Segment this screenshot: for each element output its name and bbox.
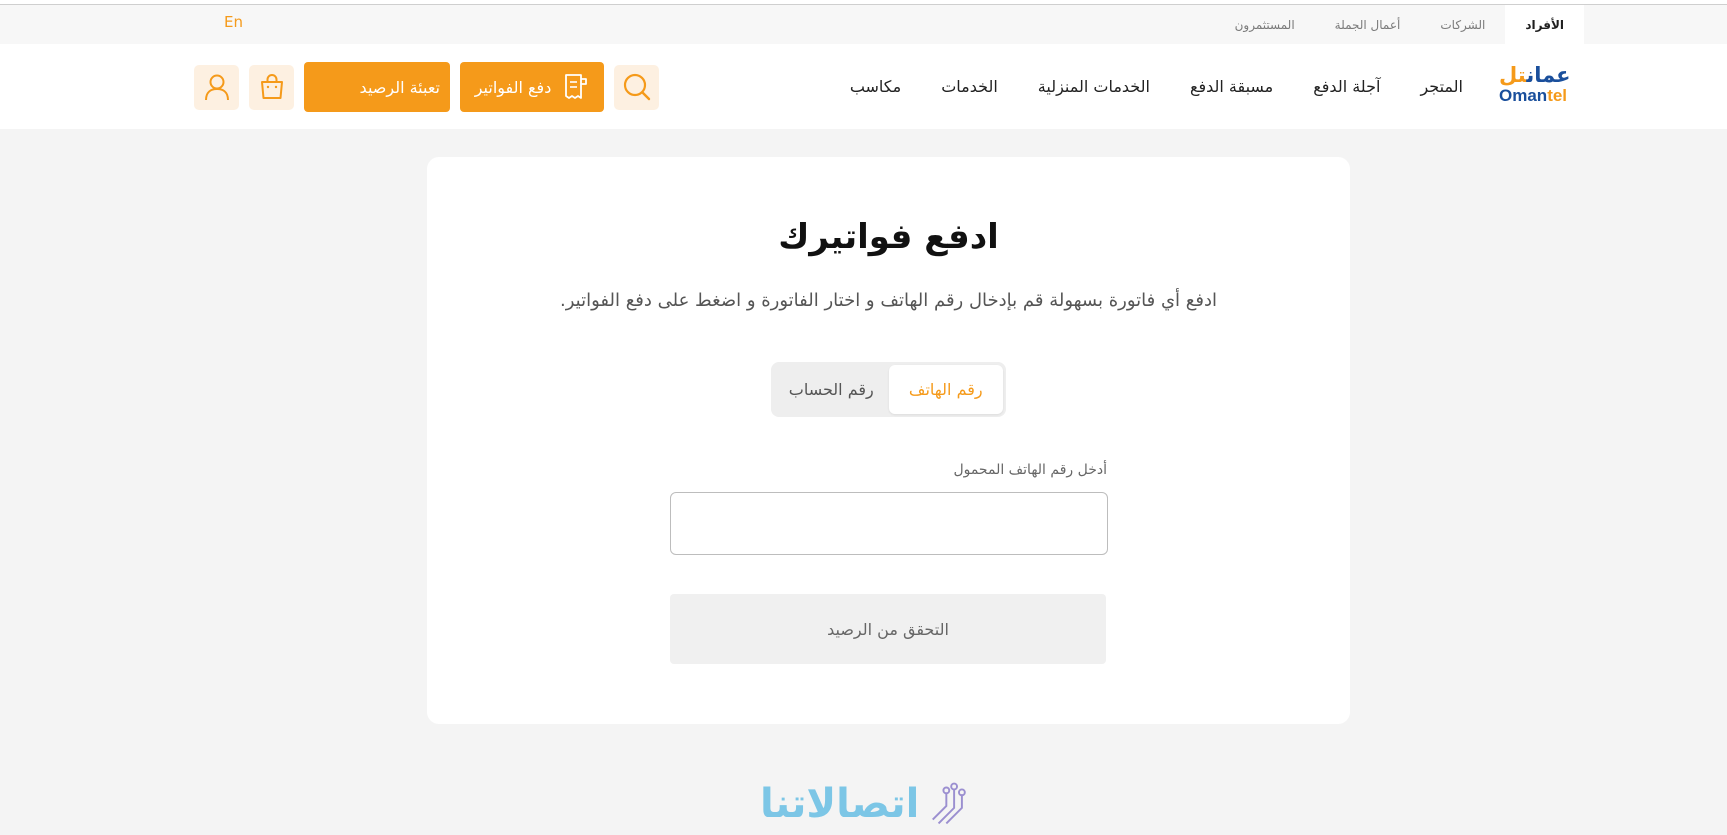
main-nav: المتجر آجلة الدفع مسبقة الدفع الخدمات ال… [850,44,1463,129]
segment-bar: الأفراد الشركات أعمال الجملة المستثمرون … [0,5,1727,44]
language-switch[interactable]: En [224,13,243,31]
segment-tab-wholesale[interactable]: أعمال الجملة [1315,5,1421,44]
logo-english: Omantel [1499,86,1567,106]
circuit-icon [932,782,967,825]
logo-arabic-tail: تل [1499,63,1527,87]
logo-english-tail: tel [1547,86,1568,105]
search-icon [623,73,650,101]
toggle-account-number[interactable]: رقم الحساب [774,365,889,414]
nav-item-home-services[interactable]: الخدمات المنزلية [1038,77,1150,96]
top-up-button[interactable]: تعبئة الرصيد [304,62,450,112]
shopping-bag-icon [260,74,283,99]
nav-item-makasib[interactable]: مكاسب [850,77,901,96]
watermark-text: اتصالاتنا [760,781,920,827]
watermark-logo: اتصالاتنا [760,778,970,830]
toggle-phone-number[interactable]: رقم الهاتف [888,365,1003,414]
top-up-label: تعبئة الرصيد [359,77,440,97]
segment-tab-investors[interactable]: المستثمرون [1215,5,1315,44]
logo-arabic-main: عمان [1526,63,1571,87]
pay-bills-button[interactable]: دفع الفواتير [460,62,604,112]
user-icon [204,74,229,101]
check-balance-button[interactable]: التحقق من الرصيد [670,594,1106,664]
omantel-logo[interactable]: عمانتل Omantel [1499,64,1584,110]
segment-tabs: الأفراد الشركات أعمال الجملة المستثمرون [1215,5,1584,44]
page-subtitle: ادفع أي فاتورة بسهولة قم بإدخال رقم الها… [560,290,1217,311]
nav-item-prepaid[interactable]: مسبقة الدفع [1190,77,1273,96]
search-button[interactable] [614,64,659,110]
receipt-icon [565,74,588,99]
cart-button[interactable] [249,64,294,110]
nav-item-postpaid[interactable]: آجلة الدفع [1313,77,1380,96]
nav-item-store[interactable]: المتجر [1420,77,1463,96]
lookup-type-toggle: رقم الهاتف رقم الحساب [771,362,1006,417]
pay-bills-card: ادفع فواتيرك ادفع أي فاتورة بسهولة قم بإ… [427,157,1350,724]
logo-arabic: عمانتل [1499,64,1571,86]
segment-tab-business[interactable]: الشركات [1420,5,1505,44]
nav-item-services[interactable]: الخدمات [941,77,998,96]
account-button[interactable] [194,64,239,110]
segment-tab-individuals[interactable]: الأفراد [1505,5,1584,44]
pay-bills-label: دفع الفواتير [474,77,552,97]
logo-english-main: Oman [1499,86,1548,105]
header-actions: دفع الفواتير تعبئة الرصيد [194,62,659,112]
page-title: ادفع فواتيرك [778,217,999,257]
main-header: عمانتل Omantel المتجر آجلة الدفع مسبقة ا… [0,44,1727,129]
phone-field-label: أدخل رقم الهاتف المحمول [953,462,1107,478]
phone-number-input[interactable] [670,492,1108,555]
